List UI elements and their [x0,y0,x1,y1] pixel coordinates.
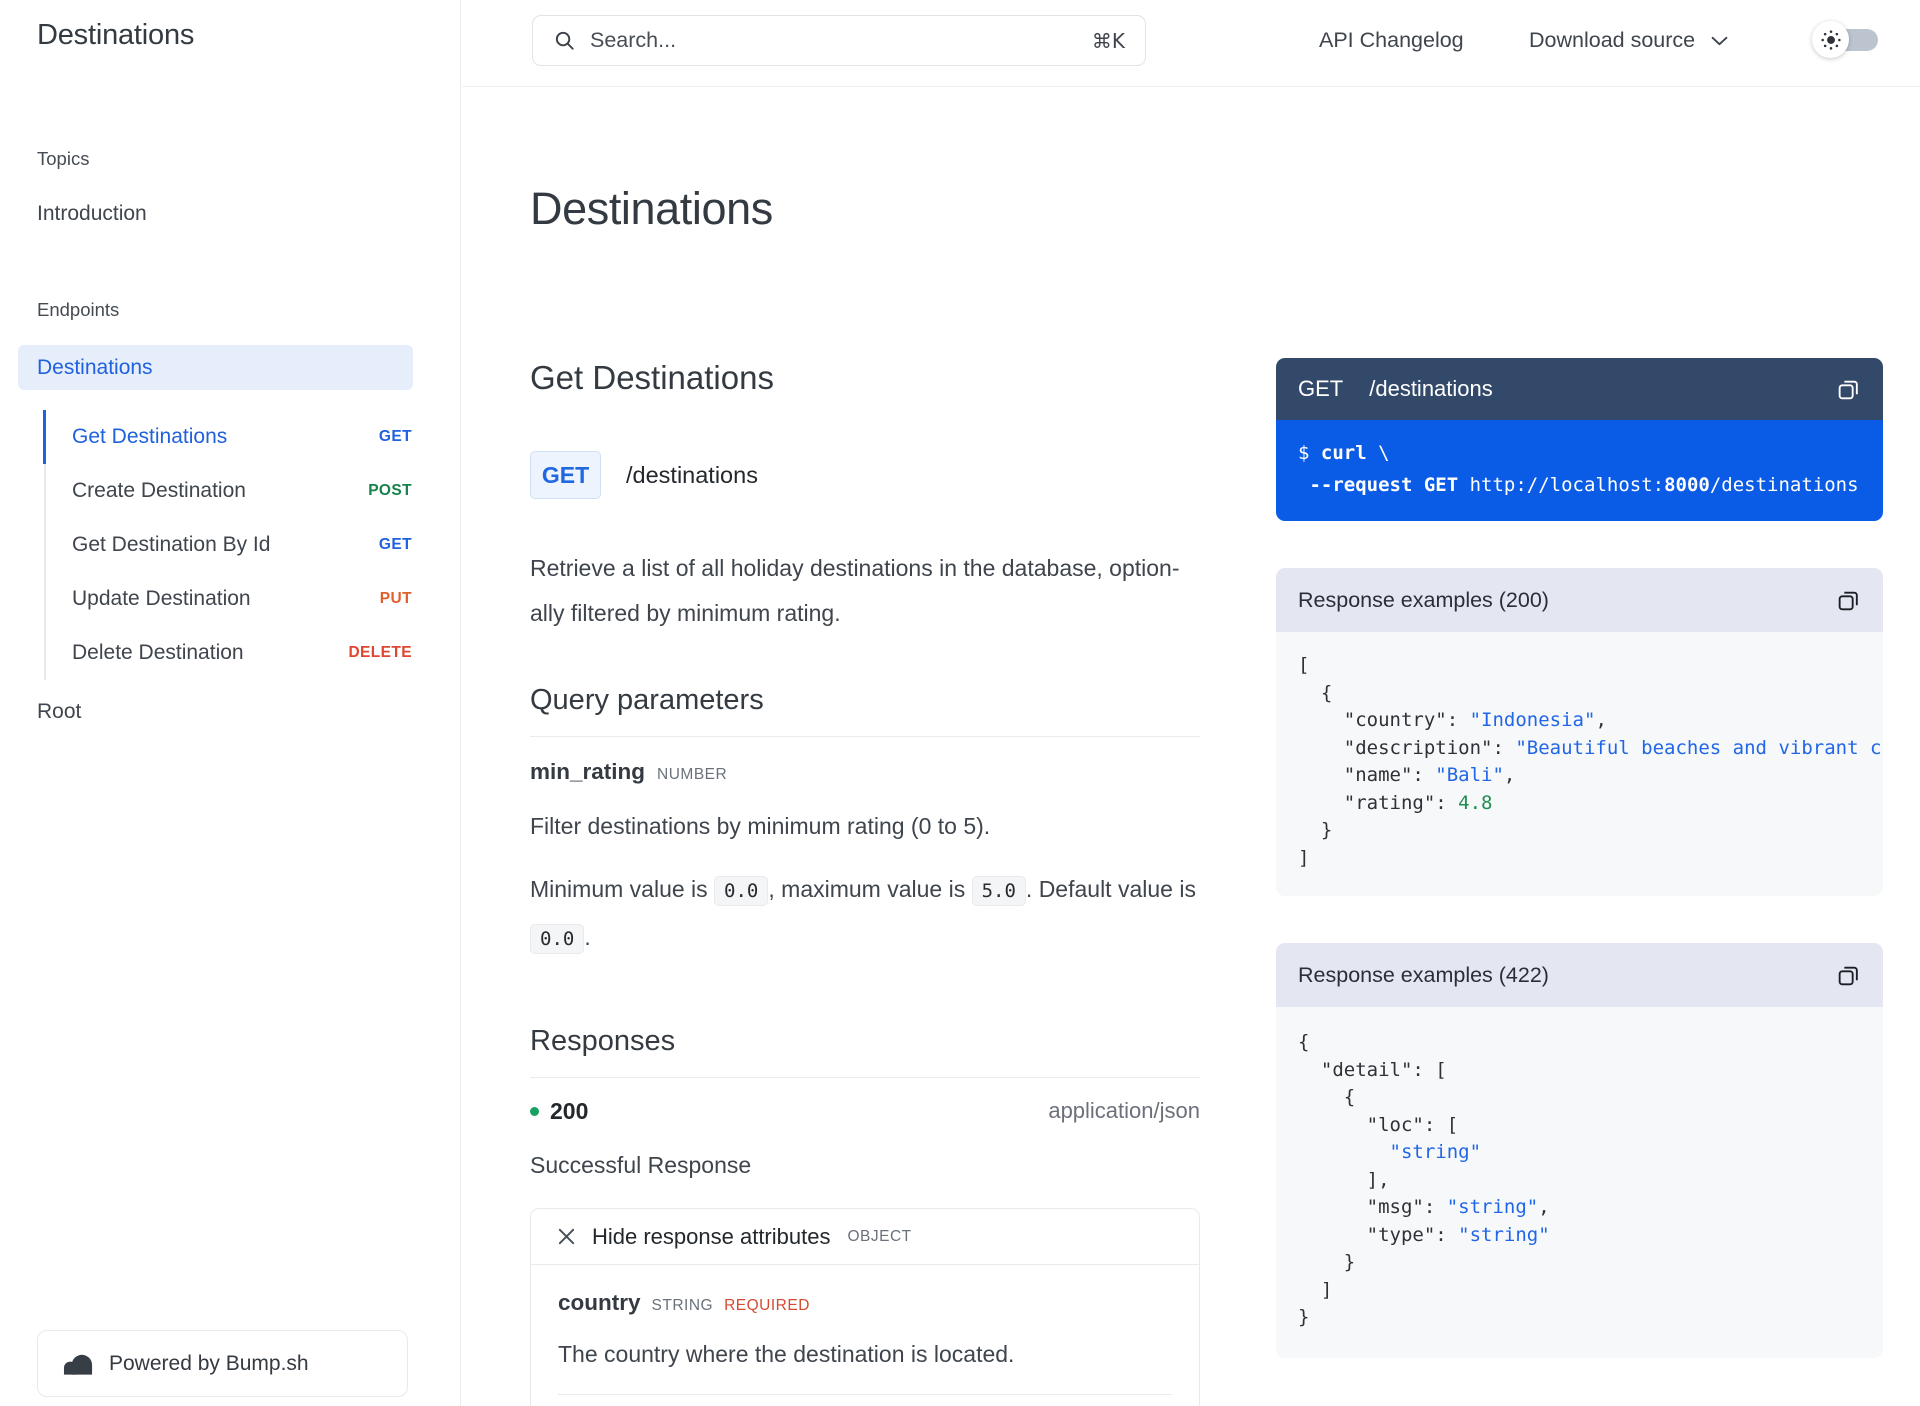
attribute-divider [558,1394,1172,1395]
api-changelog-link[interactable]: API Changelog [1319,28,1464,53]
method-badge: PUT [379,590,412,607]
api-docs-page: Destinations Topics Introduction Endpoin… [0,0,1920,1406]
sidebar-item-introduction[interactable]: Introduction [37,202,147,226]
section-divider [530,736,1200,737]
operation-endpoint: GET /destinations [530,451,758,499]
query-parameters-heading: Query parameters [530,684,764,716]
content-type: application/json [1048,1098,1200,1123]
close-icon [558,1228,575,1245]
download-source-menu[interactable]: Download source [1529,28,1728,53]
status-code: 200 [550,1097,589,1124]
response-description: Successful Response [530,1152,752,1178]
sidebar-section-endpoints: Endpoints [37,299,120,320]
attribute-description: The country where the destination is loc… [558,1341,1015,1367]
powered-by-bump-link[interactable]: Powered by Bump.sh [37,1330,408,1397]
endpoint-rail-active-indicator [43,410,46,464]
bump-logo-icon [63,1353,94,1375]
operation-description: Retrieve a list of all holiday destinati… [530,555,1180,626]
sidebar-item-destinations[interactable]: Destinations [18,345,413,390]
copy-icon[interactable] [1836,588,1861,613]
theme-toggle[interactable] [1812,21,1849,58]
status-success-dot [530,1106,539,1116]
method-badge-get: GET [530,451,601,499]
hide-response-attributes-toggle[interactable]: Hide response attributes OBJECT [531,1209,1199,1265]
curl-path: /destinations [1369,376,1493,401]
response-example-200-panel: Response examples (200) [ { "country": "… [1276,568,1883,896]
parameter-type: NUMBER [657,766,728,783]
method-badge: POST [368,482,412,499]
parameter-min-rating: min_rating NUMBER [530,759,727,785]
curl-example-panel: GET /destinations $ curl \ --request GET… [1276,358,1883,521]
search-shortcut-hint: ⌘K [1091,28,1125,53]
sidebar-item-label: Destinations [37,355,153,379]
min-value-chip: 0.0 [714,876,769,906]
max-value-chip: 5.0 [971,876,1026,906]
response-example-422-code: { "detail": [ { "loc": [ "string" ], "ms… [1276,1007,1883,1358]
section-divider [530,1077,1200,1078]
attribute-required-badge: REQUIRED [724,1297,810,1314]
default-value-chip: 0.0 [530,924,585,954]
powered-by-label: Powered by Bump.sh [109,1351,309,1375]
attribute-name: country [558,1290,641,1315]
operation-title: Get Destinations [530,359,774,396]
sun-icon [1820,29,1842,51]
curl-code-block: $ curl \ --request GET http://localhost:… [1276,420,1883,521]
sidebar-item-root[interactable]: Root [37,700,81,724]
sidebar-item-get-destinations[interactable]: Get Destinations GET [72,410,412,464]
response-attributes-box: Hide response attributes OBJECT country … [530,1208,1200,1406]
schema-type: OBJECT [847,1227,912,1245]
parameter-constraints: Minimum value is 0.0, maximum value is 5… [530,866,1210,962]
copy-icon[interactable] [1836,377,1861,402]
method-badge: GET [378,536,412,553]
header-divider [462,86,1920,87]
response-example-422-panel: Response examples (422) { "detail": [ { … [1276,943,1883,1358]
response-status-row: 200 application/json [530,1097,1200,1125]
sidebar-item-update-destination[interactable]: Update Destination PUT [72,572,412,626]
method-badge: DELETE [348,644,412,661]
curl-method: GET [1298,376,1344,401]
search-icon [553,29,576,52]
sidebar-endpoint-list: Get Destinations GET Create Destination … [72,410,412,680]
sidebar-api-title: Destinations [37,19,195,51]
attribute-country: country STRING REQUIRED The country wher… [531,1265,1199,1395]
search-bar[interactable]: ⌘K [532,15,1146,66]
sidebar-section-topics: Topics [37,148,90,169]
method-badge: GET [378,428,412,445]
copy-icon[interactable] [1836,963,1861,988]
sidebar: Destinations Topics Introduction Endpoin… [0,0,461,1406]
curl-panel-header: GET /destinations [1276,358,1883,420]
responses-heading: Responses [530,1025,676,1057]
response-example-200-code: [ { "country": "Indonesia", "description… [1276,632,1883,896]
response-example-422-header: Response examples (422) [1276,943,1883,1007]
chevron-down-icon [1711,36,1728,46]
parameter-description: Filter destinations by minimum rating (0… [530,813,991,839]
parameter-name: min_rating [530,759,646,784]
sidebar-item-create-destination[interactable]: Create Destination POST [72,464,412,518]
sidebar-item-delete-destination[interactable]: Delete Destination DELETE [72,626,412,680]
sidebar-item-get-destination-by-id[interactable]: Get Destination By Id GET [72,518,412,572]
search-input[interactable] [590,28,1078,53]
page-title: Destinations [530,183,773,234]
attribute-type: STRING [651,1297,714,1314]
response-example-200-header: Response examples (200) [1276,568,1883,632]
endpoint-path: /destinations [626,461,758,488]
